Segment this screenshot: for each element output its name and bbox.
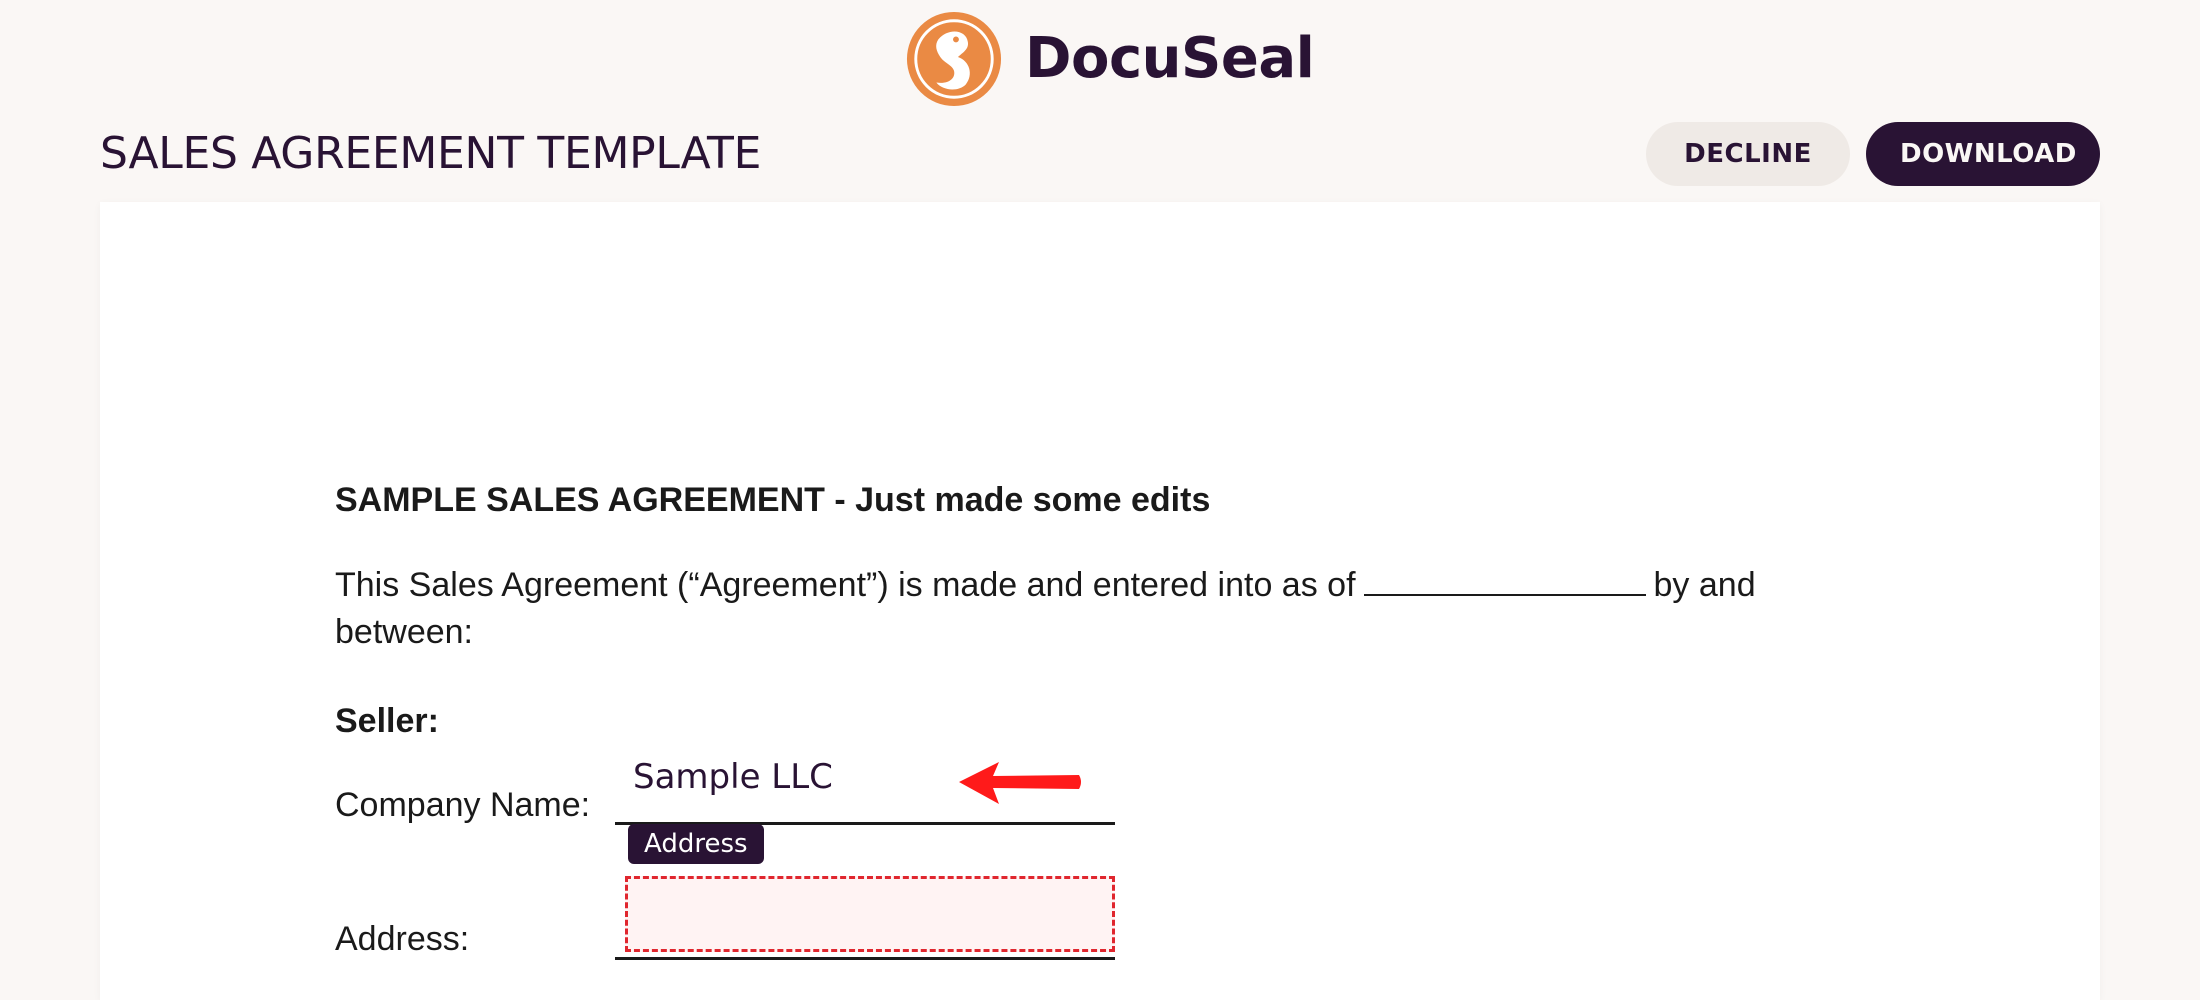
agreement-heading: SAMPLE SALES AGREEMENT - Just made some … xyxy=(335,481,1211,519)
company-name-value[interactable]: Sample LLC xyxy=(633,754,833,800)
seller-label: Seller: xyxy=(335,702,439,740)
company-name-label: Company Name: xyxy=(335,786,591,824)
date-blank-line xyxy=(1363,594,1646,596)
address-underline xyxy=(615,957,1115,960)
address-field-tag: Address xyxy=(628,824,764,864)
decline-button[interactable]: DECLINE xyxy=(1646,122,1850,186)
brand-name: DocuSeal xyxy=(1025,26,1315,91)
docuseal-logo-icon xyxy=(906,11,1002,107)
intro-paragraph-line-2: between: xyxy=(335,613,473,651)
address-input-field[interactable] xyxy=(625,876,1115,952)
brand-header: DocuSeal xyxy=(905,10,1315,108)
page-title: SALES AGREEMENT TEMPLATE xyxy=(100,128,762,179)
intro-text-end: by and xyxy=(1653,566,1756,604)
action-buttons: DECLINE DOWNLOAD xyxy=(1646,122,2100,186)
address-label: Address: xyxy=(335,920,470,958)
arrow-left-icon xyxy=(959,762,1081,804)
intro-text-start: This Sales Agreement (“Agreement”) is ma… xyxy=(335,566,1356,604)
document-page: SAMPLE SALES AGREEMENT - Just made some … xyxy=(100,202,2100,1000)
intro-paragraph-line-1: This Sales Agreement (“Agreement”) is ma… xyxy=(335,562,1756,608)
download-button[interactable]: DOWNLOAD xyxy=(1866,122,2100,186)
